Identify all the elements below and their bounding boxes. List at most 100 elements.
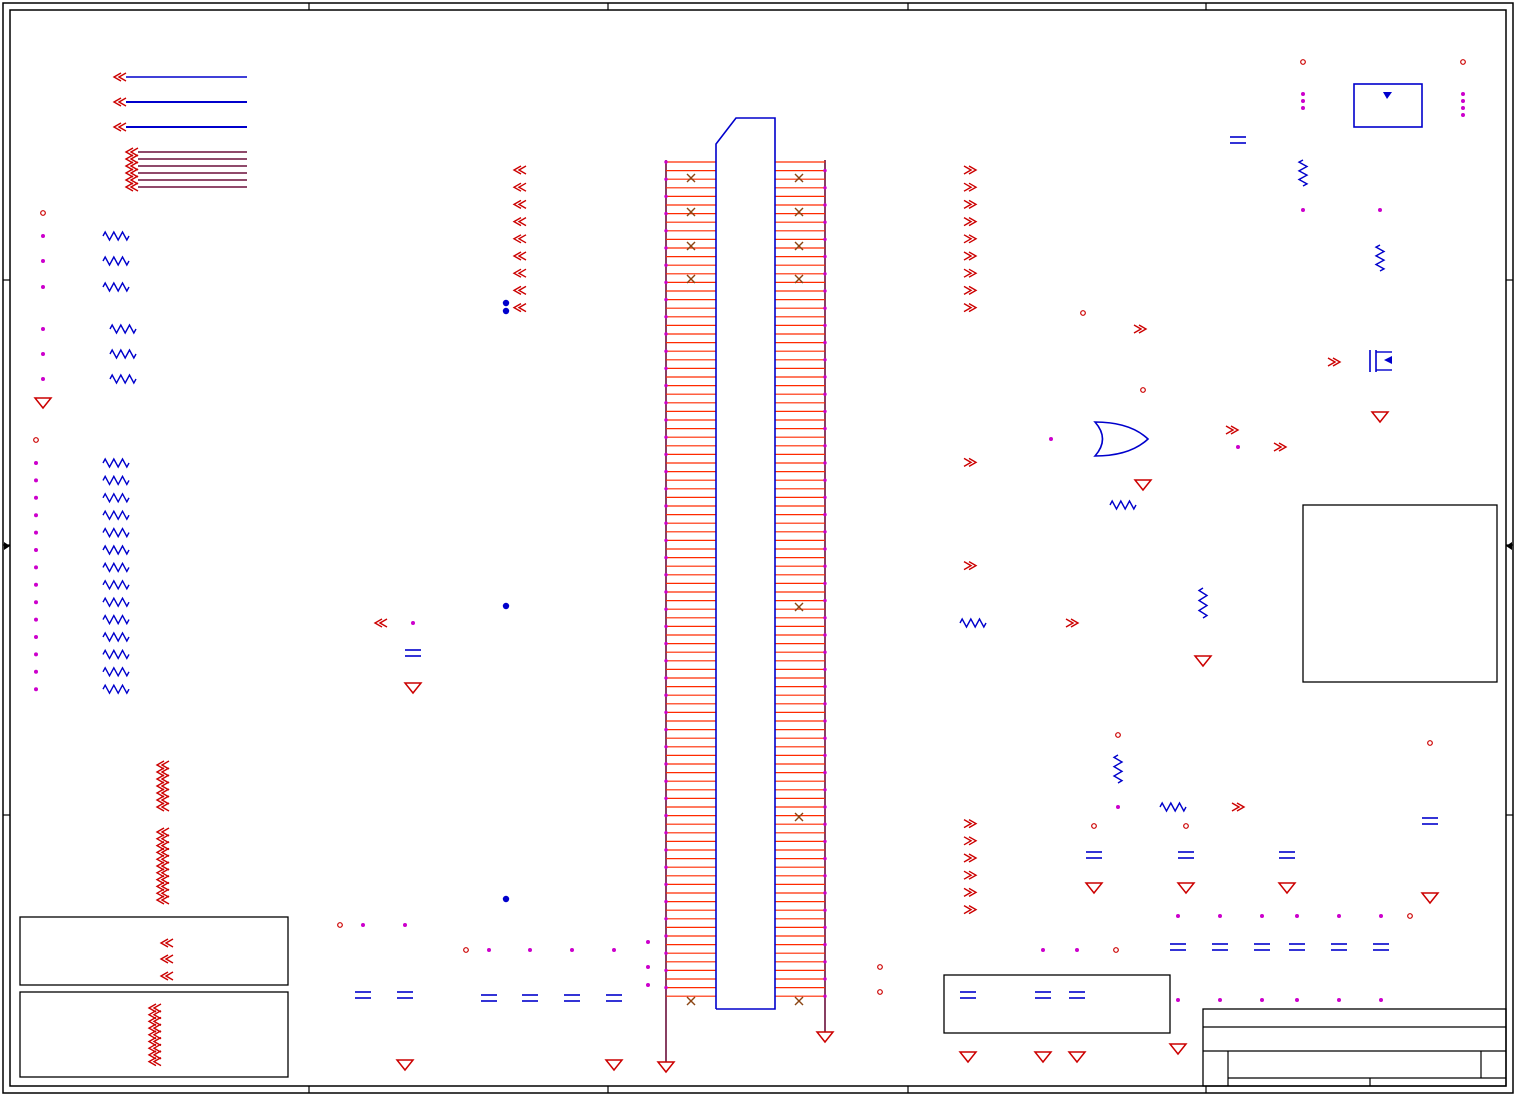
power-port bbox=[1460, 59, 1466, 65]
junction-dot bbox=[664, 831, 668, 835]
power-switch-ic bbox=[1353, 83, 1423, 128]
junction-dot bbox=[823, 323, 827, 328]
junction-dot bbox=[823, 581, 827, 586]
ground-symbol bbox=[395, 1059, 415, 1072]
junction-dot bbox=[823, 409, 827, 414]
junction-dot bbox=[664, 659, 668, 663]
junction-dot bbox=[664, 366, 668, 371]
junction-dot bbox=[1236, 445, 1240, 449]
junction-dot bbox=[823, 788, 827, 792]
junction-dot bbox=[823, 736, 827, 740]
resistor bbox=[102, 648, 130, 660]
junction-dot bbox=[502, 307, 510, 315]
junction-dot bbox=[664, 555, 668, 560]
note-box bbox=[1302, 504, 1498, 683]
junction-dot bbox=[823, 925, 827, 930]
net-flag-layer bbox=[33, 72, 1440, 1074]
junction-dot bbox=[823, 530, 827, 534]
junction-dot bbox=[528, 948, 532, 952]
junction-dot bbox=[1379, 914, 1383, 918]
connector-body bbox=[715, 117, 776, 1010]
junction-dot bbox=[664, 297, 668, 302]
junction-dot bbox=[1461, 99, 1465, 103]
junction-dot bbox=[823, 358, 827, 362]
junction-dot bbox=[823, 598, 827, 603]
junction-dot bbox=[1116, 805, 1120, 809]
junction-dot bbox=[664, 332, 668, 336]
junction-dot bbox=[823, 254, 827, 259]
power-port bbox=[1091, 823, 1097, 829]
junction-dot bbox=[1378, 208, 1382, 212]
junction-dot bbox=[664, 779, 668, 783]
power-port bbox=[877, 989, 883, 995]
resistor bbox=[109, 323, 137, 335]
junction-dot bbox=[1337, 914, 1341, 918]
junction-dot bbox=[34, 478, 38, 483]
junction-dot bbox=[664, 796, 668, 801]
ground-symbol bbox=[1168, 1043, 1188, 1056]
junction-dot bbox=[1337, 998, 1341, 1002]
junction-dot bbox=[664, 745, 668, 749]
resistor bbox=[102, 255, 130, 267]
junction-dot bbox=[823, 616, 827, 620]
resistor bbox=[102, 614, 130, 626]
junction-dot bbox=[823, 426, 827, 431]
ground-symbol bbox=[1067, 1051, 1087, 1064]
junction-dot bbox=[823, 908, 827, 912]
junction-dot bbox=[34, 600, 38, 605]
ground-symbol bbox=[1420, 892, 1440, 905]
ground-symbol bbox=[1084, 882, 1104, 895]
junction-dot bbox=[1461, 92, 1465, 96]
junction-dot bbox=[664, 469, 668, 474]
resistor bbox=[102, 230, 130, 242]
mosfet-arrow bbox=[1384, 356, 1392, 364]
junction-dot bbox=[823, 702, 827, 706]
junction-dot bbox=[823, 461, 827, 465]
power-port bbox=[1427, 740, 1433, 746]
junction-dot bbox=[41, 234, 45, 238]
resistor bbox=[102, 561, 130, 573]
junction-dot bbox=[823, 186, 827, 190]
junction-dot bbox=[823, 994, 827, 998]
junction-dot bbox=[1260, 998, 1264, 1002]
junction-dot bbox=[823, 340, 827, 345]
junction-dot bbox=[1260, 914, 1264, 918]
junction-dot bbox=[1295, 998, 1299, 1002]
resistor bbox=[1112, 754, 1124, 784]
junction-dot bbox=[823, 392, 827, 396]
junction-dot bbox=[823, 856, 827, 861]
junction-dot bbox=[34, 513, 38, 518]
power-port bbox=[337, 922, 343, 928]
junction-dot bbox=[664, 951, 668, 955]
ground-symbol bbox=[1277, 882, 1297, 895]
junction-dot bbox=[664, 865, 668, 869]
power-port bbox=[1080, 310, 1086, 316]
schematic-canvas bbox=[2, 2, 1514, 1094]
note-box bbox=[943, 974, 1171, 1034]
junction-dot bbox=[34, 635, 38, 639]
diode-symbol bbox=[1383, 92, 1392, 99]
junction-dot bbox=[823, 942, 827, 947]
junction-dot bbox=[646, 940, 650, 944]
junction-dot bbox=[823, 650, 827, 654]
junction-dot bbox=[1461, 113, 1465, 117]
junction-dot bbox=[823, 237, 827, 242]
junction-dot bbox=[1379, 998, 1383, 1002]
junction-dot bbox=[823, 719, 827, 723]
junction-dot bbox=[664, 676, 668, 680]
ground-symbol bbox=[1193, 655, 1213, 668]
resistor bbox=[102, 631, 130, 643]
junction-dot bbox=[1218, 914, 1222, 918]
resistor bbox=[1197, 587, 1209, 619]
junction-dot bbox=[1301, 92, 1305, 96]
junction-dot bbox=[823, 684, 827, 689]
junction-dot bbox=[664, 435, 668, 439]
junction-dot bbox=[34, 687, 38, 692]
power-port bbox=[1140, 387, 1146, 393]
junction-dot bbox=[823, 564, 827, 568]
junction-dot bbox=[664, 211, 668, 216]
junction-dot bbox=[823, 495, 827, 500]
junction-dot bbox=[664, 968, 668, 973]
junction-dot bbox=[823, 289, 827, 293]
inner-border bbox=[9, 9, 1507, 1087]
